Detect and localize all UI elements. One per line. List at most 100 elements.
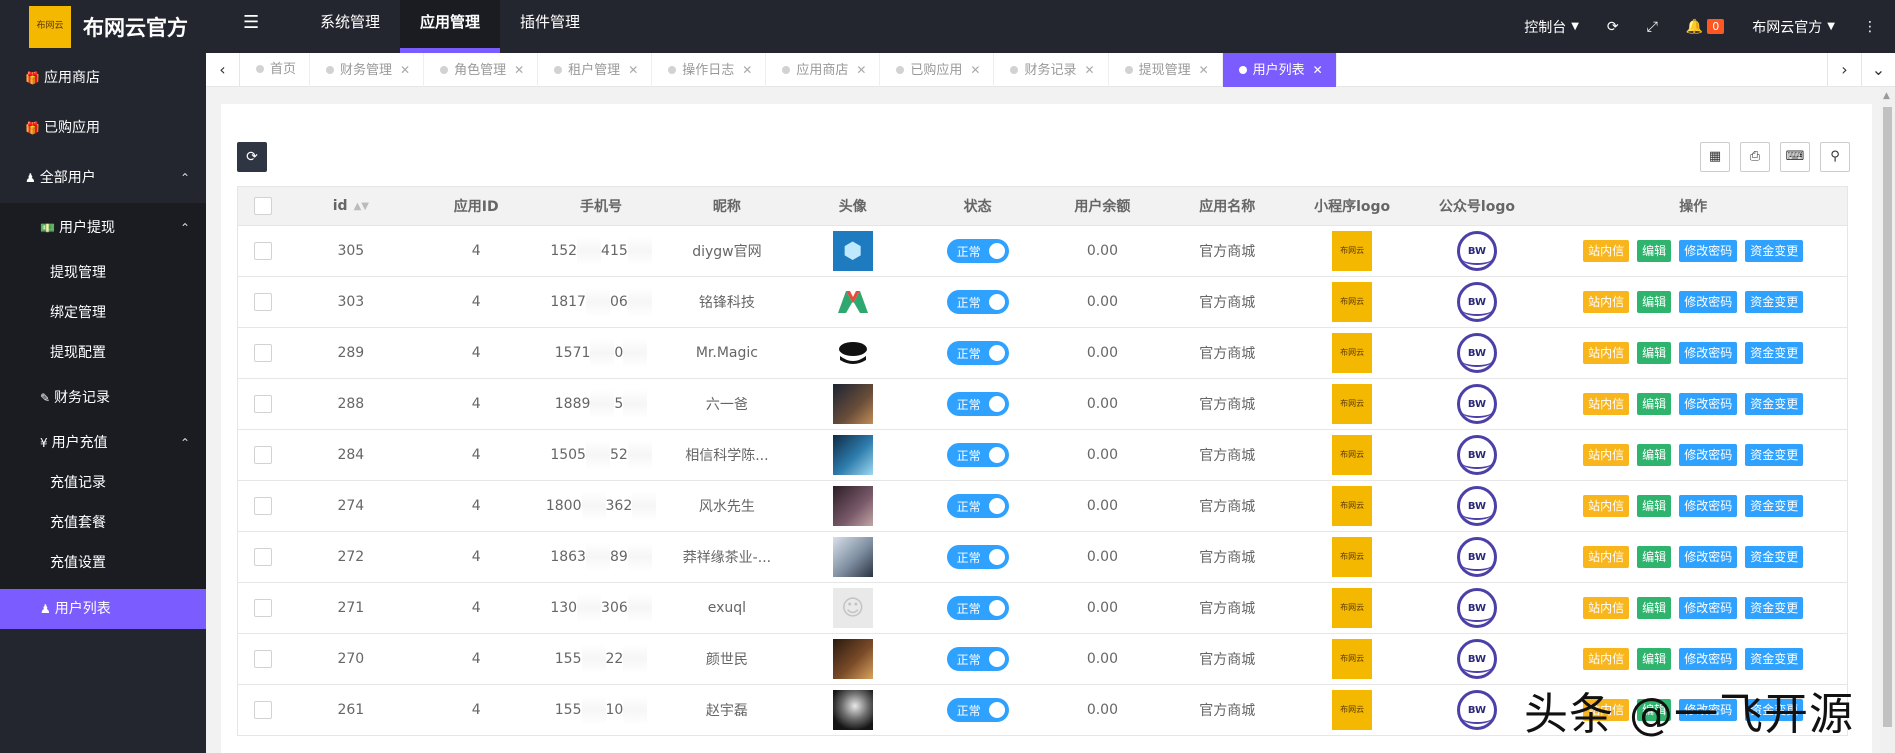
official-account-logo-icon[interactable]: BW	[1456, 639, 1497, 679]
default-avatar-icon[interactable]: ☺	[832, 588, 873, 628]
cube-logo-icon[interactable]: ⬢	[832, 231, 873, 271]
status-toggle[interactable]: 正常	[946, 494, 1009, 518]
mini-program-logo-icon[interactable]: 布网云	[1332, 537, 1373, 577]
edit-button[interactable]: 编辑	[1637, 648, 1672, 670]
magic-logo-icon[interactable]	[832, 333, 873, 373]
export-icon[interactable]: ⌨	[1780, 142, 1810, 172]
close-icon[interactable]: ✕	[1313, 63, 1323, 77]
message-button[interactable]: 站内信	[1583, 393, 1630, 415]
close-icon[interactable]: ✕	[400, 63, 410, 77]
sidebar-item-withdraw[interactable]: 💵 用户提现 ⌃	[0, 203, 206, 253]
official-account-logo-icon[interactable]: BW	[1456, 537, 1497, 577]
close-icon[interactable]: ✕	[628, 63, 638, 77]
row-checkbox[interactable]	[253, 395, 272, 413]
edit-button[interactable]: 编辑	[1637, 546, 1672, 568]
status-toggle[interactable]: 正常	[946, 392, 1009, 416]
close-icon[interactable]: ✕	[970, 63, 980, 77]
message-button[interactable]: 站内信	[1583, 240, 1630, 262]
fund-change-button[interactable]: 资金变更	[1745, 240, 1804, 262]
row-checkbox[interactable]	[253, 344, 272, 362]
close-icon[interactable]: ✕	[856, 63, 866, 77]
refresh-icon[interactable]: ⟳	[1607, 19, 1619, 35]
brand[interactable]: 布网云 布网云官方	[0, 0, 206, 53]
edit-button[interactable]: 编辑	[1637, 597, 1672, 619]
planet-photo-icon[interactable]	[832, 690, 873, 730]
change-password-button[interactable]: 修改密码	[1679, 342, 1738, 364]
notification-button[interactable]: 🔔 0	[1686, 19, 1725, 35]
change-password-button[interactable]: 修改密码	[1679, 597, 1738, 619]
message-button[interactable]: 站内信	[1583, 291, 1630, 313]
sidebar-item-finance[interactable]: ✎ 财务记录	[0, 373, 206, 423]
close-icon[interactable]: ✕	[514, 63, 524, 77]
official-account-logo-icon[interactable]: BW	[1456, 588, 1497, 628]
fund-change-button[interactable]: 资金变更	[1745, 393, 1804, 415]
sidebar-item-user-list[interactable]: ♟ 用户列表	[0, 589, 206, 629]
official-account-logo-icon[interactable]: BW	[1456, 282, 1497, 322]
mini-program-logo-icon[interactable]: 布网云	[1332, 639, 1373, 679]
edit-button[interactable]: 编辑	[1637, 495, 1672, 517]
tabs-more-icon[interactable]: ⌄	[1861, 53, 1895, 87]
tab-2[interactable]: 角色管理 ✕	[424, 53, 539, 87]
row-checkbox[interactable]	[253, 650, 272, 668]
tabs-next-icon[interactable]: ›	[1827, 53, 1861, 87]
fund-change-button[interactable]: 资金变更	[1745, 648, 1804, 670]
sidebar-item-recharge[interactable]: ¥ 用户充值 ⌃	[0, 423, 206, 463]
mini-program-logo-icon[interactable]: 布网云	[1332, 588, 1373, 628]
edit-button[interactable]: 编辑	[1637, 444, 1672, 466]
fund-change-button[interactable]: 资金变更	[1745, 546, 1804, 568]
sidebar-item-app-store[interactable]: 🎁 应用商店	[0, 53, 206, 103]
console-dropdown[interactable]: 控制台 ▼	[1524, 17, 1579, 37]
status-toggle[interactable]: 正常	[946, 443, 1009, 467]
blue-figure-photo-icon[interactable]	[832, 435, 873, 475]
row-checkbox[interactable]	[253, 293, 272, 311]
message-button[interactable]: 站内信	[1583, 648, 1630, 670]
sidebar-item-withdraw-manage[interactable]: 提现管理	[0, 253, 206, 293]
edit-button[interactable]: 编辑	[1637, 291, 1672, 313]
page-scrollbar[interactable]: ▲	[1880, 87, 1895, 753]
status-toggle[interactable]: 正常	[946, 596, 1009, 620]
print-icon[interactable]: ⎙	[1740, 142, 1770, 172]
mini-program-logo-icon[interactable]: 布网云	[1332, 486, 1373, 526]
row-checkbox[interactable]	[253, 446, 272, 464]
row-checkbox[interactable]	[253, 242, 272, 260]
official-account-logo-icon[interactable]: BW	[1456, 384, 1497, 424]
tab-4[interactable]: 操作日志 ✕	[652, 53, 767, 87]
mini-program-logo-icon[interactable]: 布网云	[1332, 333, 1373, 373]
search-icon[interactable]: ⚲	[1820, 142, 1850, 172]
columns-icon[interactable]: ▦	[1700, 142, 1730, 172]
scroll-up-icon[interactable]: ▲	[1883, 91, 1890, 101]
man-photo-icon[interactable]	[832, 537, 873, 577]
tab-1[interactable]: 财务管理 ✕	[310, 53, 425, 87]
message-button[interactable]: 站内信	[1583, 495, 1630, 517]
row-checkbox[interactable]	[253, 548, 272, 566]
close-icon[interactable]: ✕	[1085, 63, 1095, 77]
dark-photo-icon[interactable]	[832, 639, 873, 679]
table-refresh-button[interactable]: ⟳	[237, 142, 267, 172]
sidebar-item-all-users[interactable]: ♟ 全部用户 ⌃	[0, 153, 206, 203]
status-toggle[interactable]: 正常	[946, 341, 1009, 365]
official-account-logo-icon[interactable]: BW	[1456, 486, 1497, 526]
change-password-button[interactable]: 修改密码	[1679, 648, 1738, 670]
status-toggle[interactable]: 正常	[946, 698, 1009, 722]
mini-program-logo-icon[interactable]: 布网云	[1332, 435, 1373, 475]
status-toggle[interactable]: 正常	[946, 545, 1009, 569]
topnav-system[interactable]: 系统管理	[300, 0, 400, 53]
official-account-logo-icon[interactable]: BW	[1456, 231, 1497, 271]
edit-button[interactable]: 编辑	[1637, 342, 1672, 364]
row-checkbox[interactable]	[253, 701, 272, 719]
fund-change-button[interactable]: 资金变更	[1745, 597, 1804, 619]
message-button[interactable]: 站内信	[1583, 546, 1630, 568]
row-checkbox[interactable]	[253, 497, 272, 515]
tab-6[interactable]: 已购应用 ✕	[880, 53, 995, 87]
mini-program-logo-icon[interactable]: 布网云	[1332, 690, 1373, 730]
m-logo-icon[interactable]	[832, 282, 873, 322]
scroll-thumb[interactable]	[1883, 107, 1892, 727]
tabs-prev-icon[interactable]: ‹	[206, 53, 240, 87]
sidebar-item-recharge-records[interactable]: 充值记录	[0, 463, 206, 503]
sidebar-item-withdraw-config[interactable]: 提现配置	[0, 333, 206, 373]
tab-7[interactable]: 财务记录 ✕	[994, 53, 1109, 87]
tab-5[interactable]: 应用商店 ✕	[766, 53, 881, 87]
official-account-logo-icon[interactable]: BW	[1456, 333, 1497, 373]
sidebar-item-bind-manage[interactable]: 绑定管理	[0, 293, 206, 333]
close-icon[interactable]: ✕	[1199, 63, 1209, 77]
